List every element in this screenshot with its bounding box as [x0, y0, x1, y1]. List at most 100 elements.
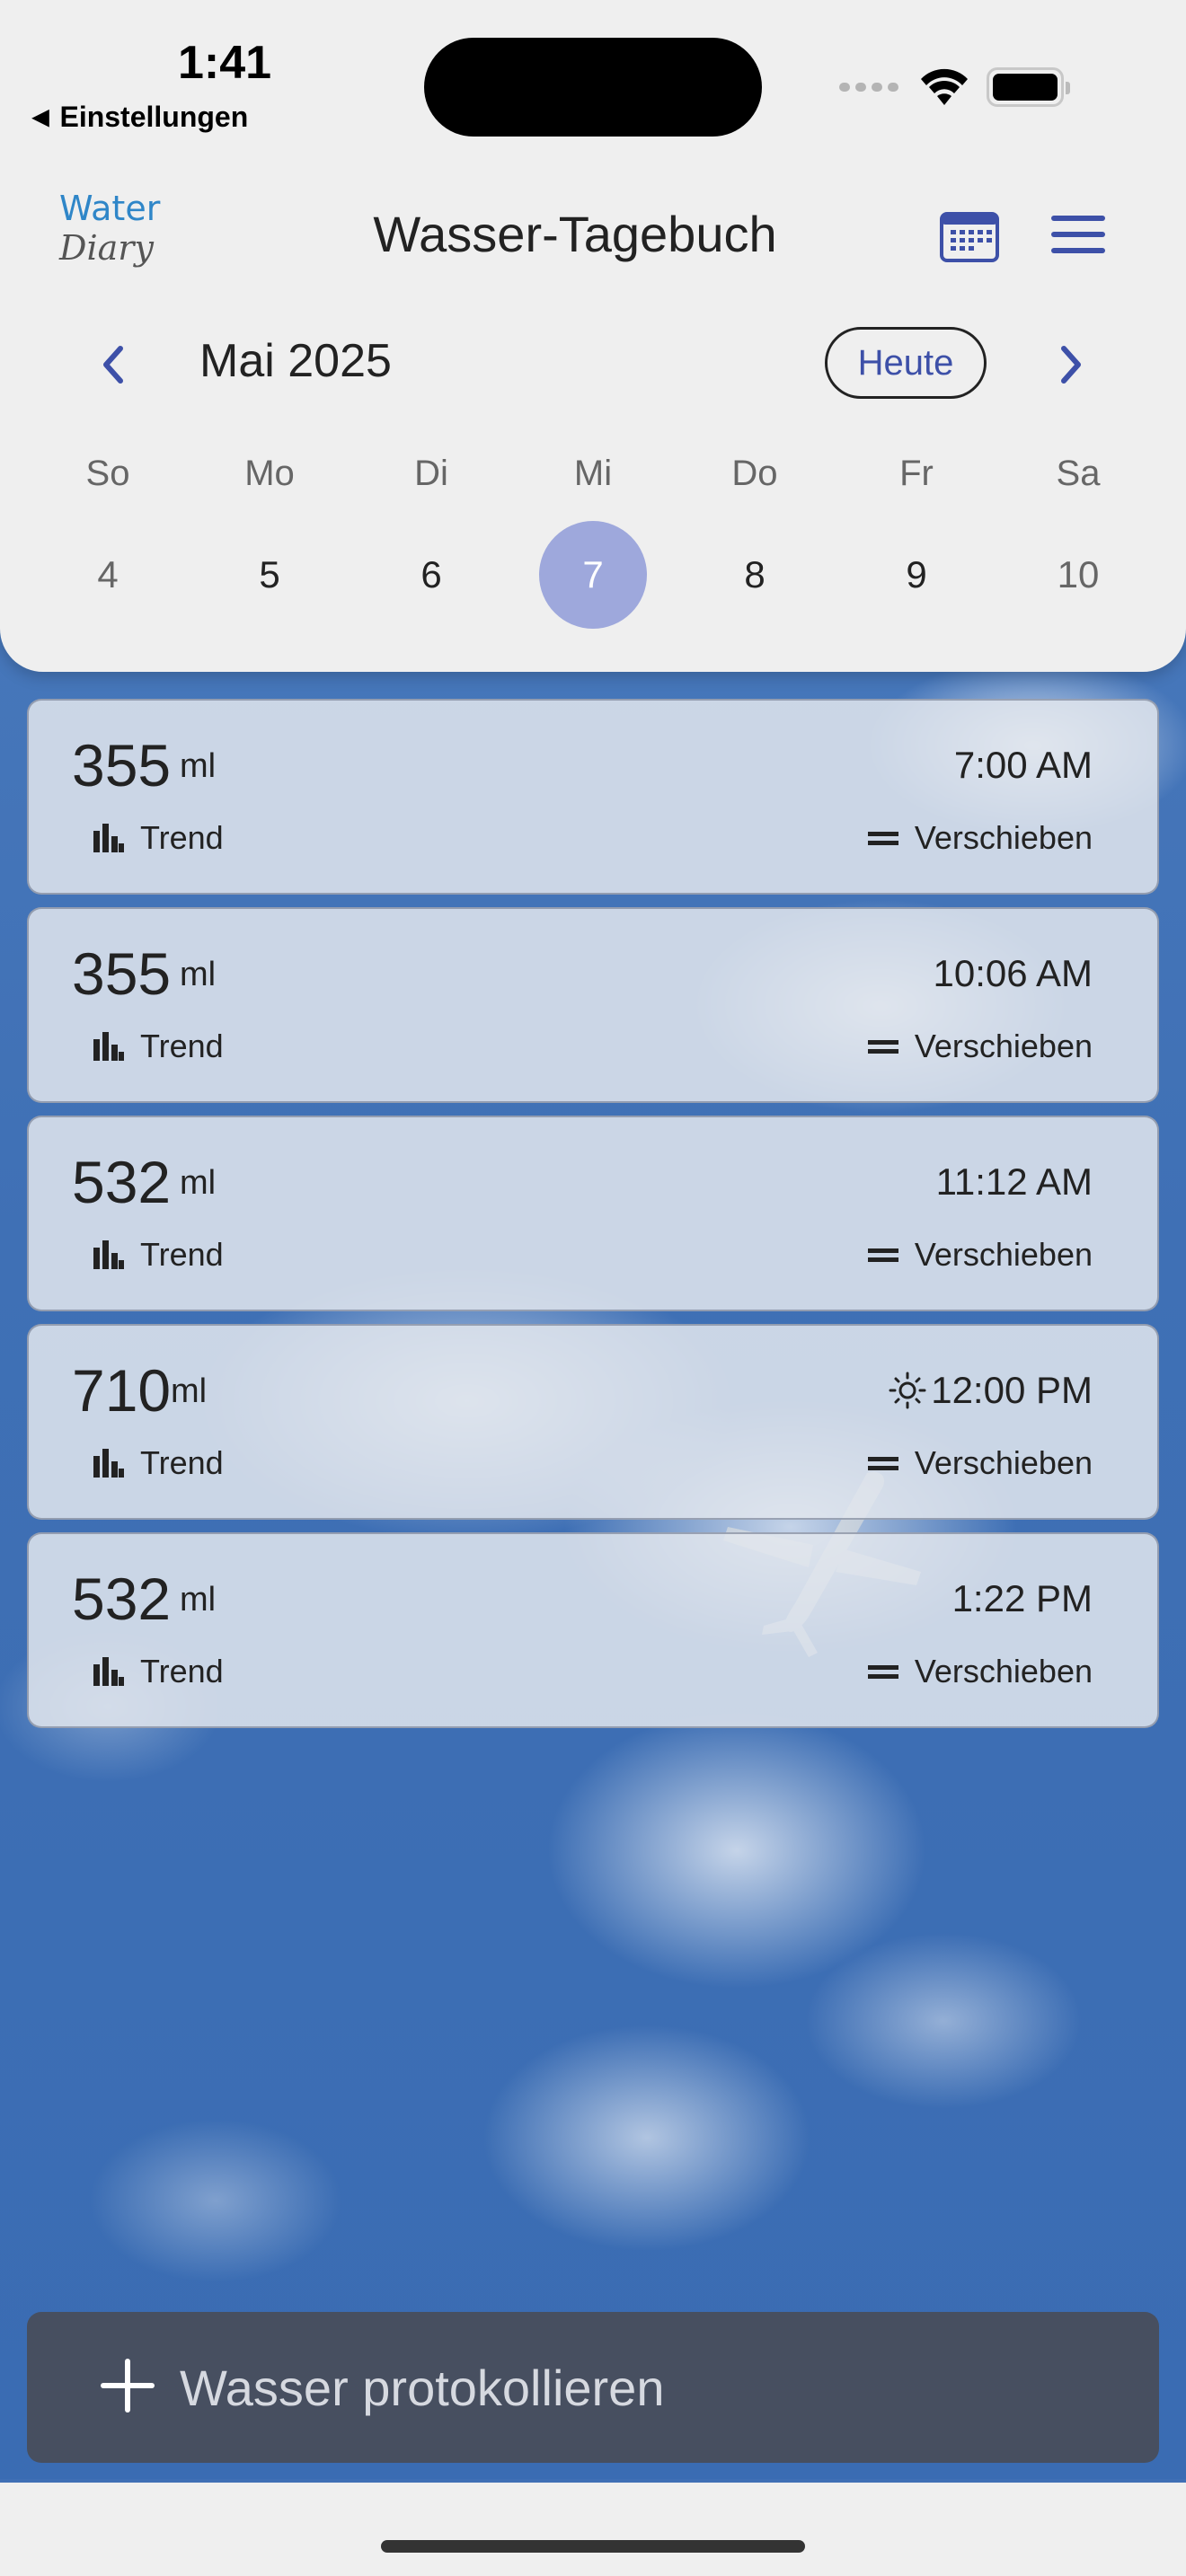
wifi-icon	[921, 68, 968, 105]
move-handle[interactable]: Verschieben	[867, 1653, 1093, 1690]
menu-icon[interactable]	[1051, 216, 1105, 257]
entry-amount: 532	[72, 1149, 172, 1215]
logo-line2: Diary	[59, 228, 154, 268]
weekday-label: Sa	[1056, 454, 1101, 493]
calendar-icon[interactable]	[940, 208, 999, 262]
status-indicators	[839, 65, 1070, 110]
entry-card[interactable]: 355 ml 7:00 AM Trend Verschieben	[27, 699, 1159, 895]
day-number: 7	[539, 521, 647, 629]
day-cell[interactable]: 8	[674, 521, 836, 629]
weekday-label: Di	[414, 454, 448, 493]
entry-amount: 532	[72, 1566, 172, 1632]
trend-button[interactable]: Trend	[93, 1653, 224, 1690]
move-handle[interactable]: Verschieben	[867, 1236, 1093, 1274]
day-number: 9	[906, 553, 927, 595]
trend-button[interactable]: Trend	[93, 1444, 224, 1482]
day-cell-selected[interactable]: 7	[512, 521, 674, 629]
day-cell[interactable]: 4	[27, 521, 189, 629]
entry-unit: ml	[180, 1581, 217, 1619]
trend-button[interactable]: Trend	[93, 819, 224, 857]
app-logo: Water Diary	[59, 189, 176, 268]
bar-chart-icon	[93, 1032, 124, 1061]
entry-time-text: 7:00 AM	[953, 744, 1093, 786]
page-title: Wasser-Tagebuch	[373, 206, 777, 262]
weekday-label: Mo	[244, 454, 295, 493]
plus-icon	[101, 2359, 155, 2413]
day-cell[interactable]: 6	[350, 521, 512, 629]
bar-chart-icon	[93, 1240, 124, 1269]
day-row: 4 5 6 7 8 9 10	[27, 521, 1159, 629]
entry-card[interactable]: 710 ml 12:00 PM Trend Verschieben	[27, 1324, 1159, 1520]
trend-label: Trend	[140, 1653, 224, 1689]
back-arrow-icon: ◀	[32, 105, 49, 129]
entry-time: 10:06 AM	[934, 952, 1093, 995]
entry-card[interactable]: 532 ml 1:22 PM Trend Verschieben	[27, 1532, 1159, 1728]
entry-amount: 355	[72, 732, 172, 798]
entry-amount: 710	[72, 1357, 172, 1424]
logo-line1: Water	[59, 189, 161, 228]
move-handle[interactable]: Verschieben	[867, 1444, 1093, 1482]
move-handle[interactable]: Verschieben	[867, 819, 1093, 857]
move-label: Verschieben	[914, 1028, 1093, 1064]
chevron-left-icon[interactable]	[93, 340, 133, 390]
bar-chart-icon	[93, 1657, 124, 1686]
move-handle[interactable]: Verschieben	[867, 1028, 1093, 1065]
move-label: Verschieben	[914, 1444, 1093, 1481]
entry-time: 1:22 PM	[952, 1577, 1093, 1620]
drag-handle-icon	[867, 1244, 898, 1266]
entry-unit: ml	[171, 1372, 208, 1410]
move-label: Verschieben	[914, 819, 1093, 856]
entry-unit: ml	[180, 956, 217, 993]
drag-handle-icon	[867, 1661, 898, 1683]
day-number: 5	[259, 553, 280, 595]
entry-card[interactable]: 355 ml 10:06 AM Trend Verschieben	[27, 907, 1159, 1103]
weekday-label: Do	[731, 454, 778, 493]
entry-time: 11:12 AM	[936, 1160, 1093, 1204]
day-number: 10	[1057, 553, 1100, 595]
entry-time: 7:00 AM	[954, 744, 1093, 787]
trend-label: Trend	[140, 1236, 224, 1273]
entry-card[interactable]: 532 ml 11:12 AM Trend Verschieben	[27, 1116, 1159, 1311]
entry-time-text: 10:06 AM	[933, 952, 1093, 994]
day-cell[interactable]: 5	[189, 521, 350, 629]
cellular-signal-icon	[839, 83, 898, 92]
bottom-safe-area	[0, 2483, 1186, 2576]
entry-time-text: 11:12 AM	[935, 1160, 1093, 1203]
month-label: Mai 2025	[199, 335, 392, 387]
day-number: 6	[420, 553, 442, 595]
battery-icon	[987, 67, 1070, 107]
weekday-label: Fr	[899, 454, 934, 493]
weekday-row: So Mo Di Mi Do Fr Sa	[27, 454, 1159, 494]
header-panel: 1:41 ◀ Einstellungen Water Diary Wasser-…	[0, 0, 1186, 672]
chevron-right-icon[interactable]	[1051, 340, 1091, 390]
day-cell[interactable]: 10	[997, 521, 1159, 629]
status-time: 1:41	[178, 37, 272, 89]
move-label: Verschieben	[914, 1236, 1093, 1273]
entry-unit: ml	[180, 1164, 217, 1202]
drag-handle-icon	[867, 827, 898, 850]
day-number: 4	[97, 553, 119, 595]
day-number: 8	[744, 553, 766, 595]
trend-label: Trend	[140, 819, 224, 856]
log-water-button[interactable]: Wasser protokollieren	[27, 2312, 1159, 2463]
entry-time: 12:00 PM	[888, 1369, 1093, 1412]
weekday-label: Mi	[573, 454, 613, 493]
trend-button[interactable]: Trend	[93, 1236, 224, 1274]
drag-handle-icon	[867, 1036, 898, 1058]
day-cell[interactable]: 9	[836, 521, 997, 629]
trend-label: Trend	[140, 1444, 224, 1481]
drag-handle-icon	[867, 1452, 898, 1475]
entry-unit: ml	[180, 747, 217, 785]
entry-time-text: 1:22 PM	[951, 1577, 1093, 1619]
entry-amount: 355	[72, 940, 172, 1007]
weekday-label: So	[85, 454, 130, 493]
trend-label: Trend	[140, 1028, 224, 1064]
home-indicator[interactable]	[381, 2540, 805, 2553]
entry-time-text: 12:00 PM	[931, 1369, 1093, 1411]
bar-chart-icon	[93, 1449, 124, 1478]
log-water-label: Wasser protokollieren	[180, 2360, 665, 2416]
trend-button[interactable]: Trend	[93, 1028, 224, 1065]
dynamic-island	[424, 38, 762, 137]
today-button[interactable]: Heute	[825, 327, 987, 399]
back-to-settings-link[interactable]: ◀ Einstellungen	[32, 101, 248, 134]
